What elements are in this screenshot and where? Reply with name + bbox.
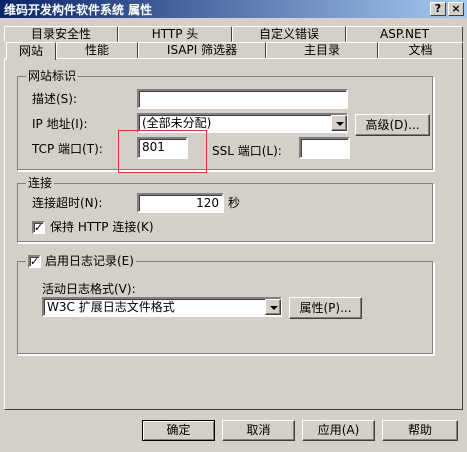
tab-home-directory[interactable]: 主目录 [266,42,378,58]
ok-button[interactable]: 确定 [142,420,215,441]
close-title-button[interactable]: × [448,2,464,16]
timeout-unit: 秒 [228,196,241,210]
site-identity-group-label: 网站标识 [26,69,79,83]
logging-group-header: ✓ 启用日志记录(E) [26,254,136,268]
keepalive-label: 保持 HTTP 连接(K) [50,220,154,234]
check-icon: ✓ [30,254,40,268]
ip-address-label: IP 地址(I): [32,117,88,131]
ssl-port-input[interactable] [299,137,350,159]
log-properties-button[interactable]: 属性(P)... [289,297,362,319]
description-input[interactable] [137,89,348,109]
ssl-port-label: SSL 端口(L): [212,144,282,158]
advanced-button[interactable]: 高级(D)... [355,114,430,136]
ip-dropdown-arrow-icon[interactable] [331,115,347,131]
help-button[interactable]: 帮助 [382,420,458,441]
tab-isapi-filters[interactable]: ISAPI 筛选器 [138,42,266,58]
close-icon: × [451,2,461,15]
window-title: 维码开发构件软件系统 属性 [4,3,153,17]
tab-custom-errors[interactable]: 自定义错误 [232,26,346,42]
check-icon: ✓ [34,221,44,234]
tab-performance[interactable]: 性能 [56,42,138,58]
tab-documents[interactable]: 文档 [378,42,463,58]
enable-logging-checkbox[interactable]: ✓ [28,254,41,268]
log-format-dropdown-arrow-icon[interactable] [265,299,281,315]
tab-http-headers[interactable]: HTTP 头 [118,26,232,42]
timeout-label: 连接超时(N): [32,196,103,210]
enable-logging-label: 启用日志记录(E) [45,254,134,268]
apply-button[interactable]: 应用(A) [302,420,375,441]
help-title-button[interactable]: ? [430,2,446,16]
timeout-input[interactable]: 120 [137,193,224,213]
description-label: 描述(S): [32,92,78,106]
tcp-port-input[interactable]: 801 [137,137,188,159]
keepalive-checkbox[interactable]: ✓ [32,221,45,234]
log-format-select[interactable]: W3C 扩展日志文件格式 [42,297,282,317]
tab-directory-security[interactable]: 目录安全性 [4,26,118,42]
tab-website[interactable]: 网站 [6,42,56,60]
log-format-label: 活动日志格式(V): [42,282,136,296]
cancel-button[interactable]: 取消 [222,420,295,441]
tcp-port-label: TCP 端口(T): [32,142,103,156]
question-icon: ? [434,2,442,15]
connections-group-label: 连接 [26,176,55,190]
tab-aspnet[interactable]: ASP.NET [346,26,463,42]
